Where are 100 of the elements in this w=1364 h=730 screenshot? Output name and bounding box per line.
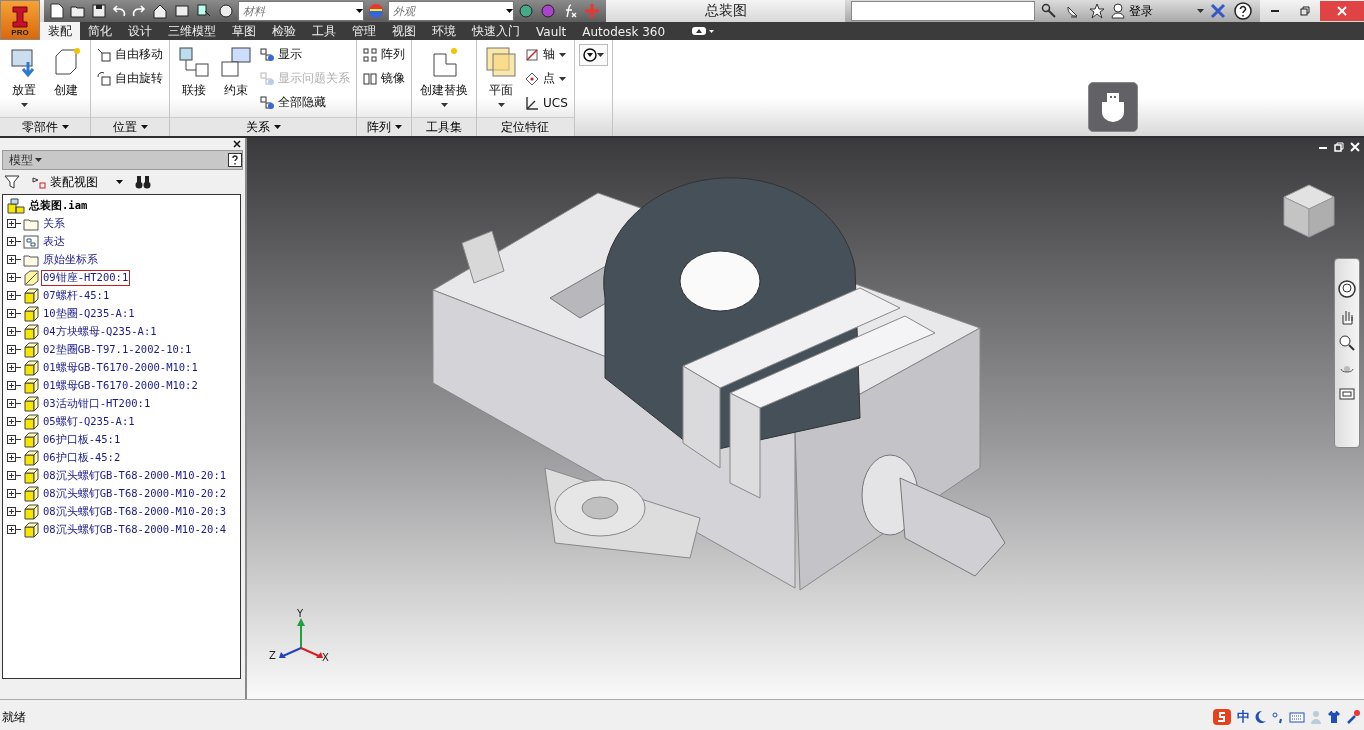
tree-item[interactable]: 07螺杆-45:1 xyxy=(41,288,112,304)
expand-icon[interactable] xyxy=(7,363,21,373)
expand-icon[interactable] xyxy=(7,435,21,445)
expand-icon[interactable] xyxy=(7,417,21,427)
tree-item[interactable]: 表达 xyxy=(41,234,67,250)
ribbon-button[interactable]: 放置 xyxy=(4,44,44,109)
ribbon-button[interactable]: 镜像 xyxy=(361,68,407,89)
expand-icon[interactable] xyxy=(7,399,21,409)
ribbon-tab[interactable]: 快速入门 xyxy=(464,23,528,40)
ribbon-tab[interactable]: 设计 xyxy=(120,23,160,40)
minimize-ribbon-icon[interactable] xyxy=(691,25,716,37)
ribbon-tab[interactable]: 草图 xyxy=(224,23,264,40)
tree-item[interactable]: 08沉头螺钉GB-T68-2000-M10-20:4 xyxy=(41,522,229,538)
expand-icon[interactable] xyxy=(7,507,21,517)
tree-item[interactable]: 03活动钳口-HT200:1 xyxy=(41,396,153,412)
restore-icon[interactable] xyxy=(1334,142,1344,152)
ribbon-tab[interactable]: Autodesk 360 xyxy=(574,23,674,40)
save-icon[interactable] xyxy=(90,1,108,21)
tree-item[interactable]: 01螺母GB-T6170-2000-M10:1 xyxy=(41,360,200,376)
ribbon-tab[interactable]: 检验 xyxy=(264,23,304,40)
ribbon-tab[interactable]: 简化 xyxy=(80,23,120,40)
tree-item[interactable]: 05螺钉-Q235-A:1 xyxy=(41,414,137,430)
keyboard-icon[interactable] xyxy=(1289,711,1305,723)
ribbon-tab[interactable]: Vault xyxy=(528,23,575,40)
star-icon[interactable] xyxy=(1087,1,1107,21)
ribbon-button[interactable]: 显示 xyxy=(258,44,352,65)
expand-icon[interactable] xyxy=(7,381,21,391)
ribbon-button[interactable]: 全部隐藏 xyxy=(258,92,352,113)
look-at-icon[interactable] xyxy=(1339,387,1355,401)
new-file-icon[interactable] xyxy=(48,1,66,21)
tree-item[interactable]: 08沉头螺钉GB-T68-2000-M10-20:1 xyxy=(41,468,229,484)
help-search-field[interactable] xyxy=(851,1,1035,21)
application-menu-button[interactable]: PRO xyxy=(0,0,40,40)
expand-icon[interactable] xyxy=(7,291,21,301)
binoculars-icon[interactable] xyxy=(135,175,151,189)
ribbon-button[interactable]: 点 xyxy=(523,68,570,89)
ribbon-tab[interactable]: 管理 xyxy=(344,23,384,40)
expand-icon[interactable] xyxy=(7,525,21,535)
wrench-icon[interactable] xyxy=(1346,709,1360,725)
tree-item[interactable]: 06护口板-45:2 xyxy=(41,450,123,466)
expand-icon[interactable] xyxy=(7,255,21,265)
ribbon-button[interactable]: UCS xyxy=(523,92,570,113)
sign-in-button[interactable]: 登录 xyxy=(1129,2,1193,20)
input-mode-label[interactable]: 中 xyxy=(1237,708,1250,726)
tree-root-label[interactable]: 总装图.iam xyxy=(27,198,90,214)
ribbon-tab[interactable]: 三维模型 xyxy=(160,23,224,40)
expand-icon[interactable] xyxy=(7,489,21,499)
tree-item[interactable]: 原始坐标系 xyxy=(41,252,100,268)
material-dropdown[interactable]: 材料 xyxy=(238,1,364,21)
ribbon-button[interactable]: 轴 xyxy=(523,44,570,65)
tree-item[interactable]: 01螺母GB-T6170-2000-M10:2 xyxy=(41,378,200,394)
steering-wheel-icon[interactable] xyxy=(1337,279,1357,299)
expand-icon[interactable] xyxy=(7,327,21,337)
tree-item[interactable]: 02垫圈GB-T97.1-2002-10:1 xyxy=(41,342,194,358)
expand-icon[interactable] xyxy=(7,237,21,247)
group-title-bar[interactable]: 关系 xyxy=(170,117,356,136)
expand-icon[interactable] xyxy=(7,309,21,319)
expand-icon[interactable] xyxy=(7,273,21,283)
help-icon[interactable] xyxy=(1232,1,1254,21)
tree-item[interactable]: 关系 xyxy=(41,216,67,232)
expand-icon[interactable] xyxy=(7,219,21,229)
color-wheel-icon[interactable] xyxy=(366,1,386,21)
pan-hand-icon[interactable] xyxy=(1339,309,1355,325)
tree-item[interactable]: 08沉头螺钉GB-T68-2000-M10-20:2 xyxy=(41,486,229,502)
ribbon-button[interactable]: 自由旋转 xyxy=(95,68,165,89)
expand-icon[interactable] xyxy=(7,471,21,481)
expand-icon[interactable] xyxy=(7,453,21,463)
ribbon-button[interactable]: 约束 xyxy=(216,44,256,101)
group-title-bar[interactable]: 零部件 xyxy=(0,117,90,136)
zoom-icon[interactable] xyxy=(1339,335,1355,351)
moon-icon[interactable] xyxy=(1255,710,1267,724)
ribbon-tab[interactable]: 工具 xyxy=(304,23,344,40)
tree-item[interactable]: 04方块螺母-Q235-A:1 xyxy=(41,324,159,340)
group-title-bar[interactable]: 阵列 xyxy=(357,117,411,136)
appearance-dropdown[interactable]: 外观 xyxy=(388,1,514,21)
close-button[interactable] xyxy=(1320,1,1364,21)
view-cube-icon[interactable] xyxy=(1282,183,1336,239)
ribbon-button[interactable]: 阵列 xyxy=(361,44,407,65)
filter-icon[interactable] xyxy=(4,174,20,190)
assembly-view-dropdown[interactable]: 装配视图 xyxy=(26,172,129,192)
tree-item[interactable]: 06护口板-45:1 xyxy=(41,432,123,448)
punctuation-icon[interactable] xyxy=(1272,710,1284,724)
ribbon-button[interactable]: 创建替换 xyxy=(416,44,472,109)
tree-item[interactable]: 10垫圈-Q235-A:1 xyxy=(41,306,137,322)
ribbon-button[interactable]: 创建 xyxy=(46,44,86,101)
ribbon-tab[interactable]: 视图 xyxy=(384,23,424,40)
exchange-icon[interactable] xyxy=(1208,1,1228,21)
tree-item[interactable]: 09钳座-HT200:1 xyxy=(41,270,131,286)
close-icon[interactable] xyxy=(233,140,241,148)
ribbon-tab[interactable]: 装配 xyxy=(40,22,80,40)
ribbon-button[interactable]: 自由移动 xyxy=(95,44,165,65)
group-title-bar[interactable]: 位置 xyxy=(91,117,169,136)
ribbon-button[interactable]: 联接 xyxy=(174,44,214,101)
plugin-button[interactable] xyxy=(1088,82,1139,132)
input-method-logo-icon[interactable] xyxy=(1212,708,1232,726)
ribbon-button[interactable]: 平面 xyxy=(481,44,521,109)
shirt-icon[interactable] xyxy=(1327,710,1341,724)
ribbon-tab[interactable]: 环境 xyxy=(424,23,464,40)
panel-dropdown-button[interactable] xyxy=(578,44,608,66)
expand-icon[interactable] xyxy=(7,345,21,355)
